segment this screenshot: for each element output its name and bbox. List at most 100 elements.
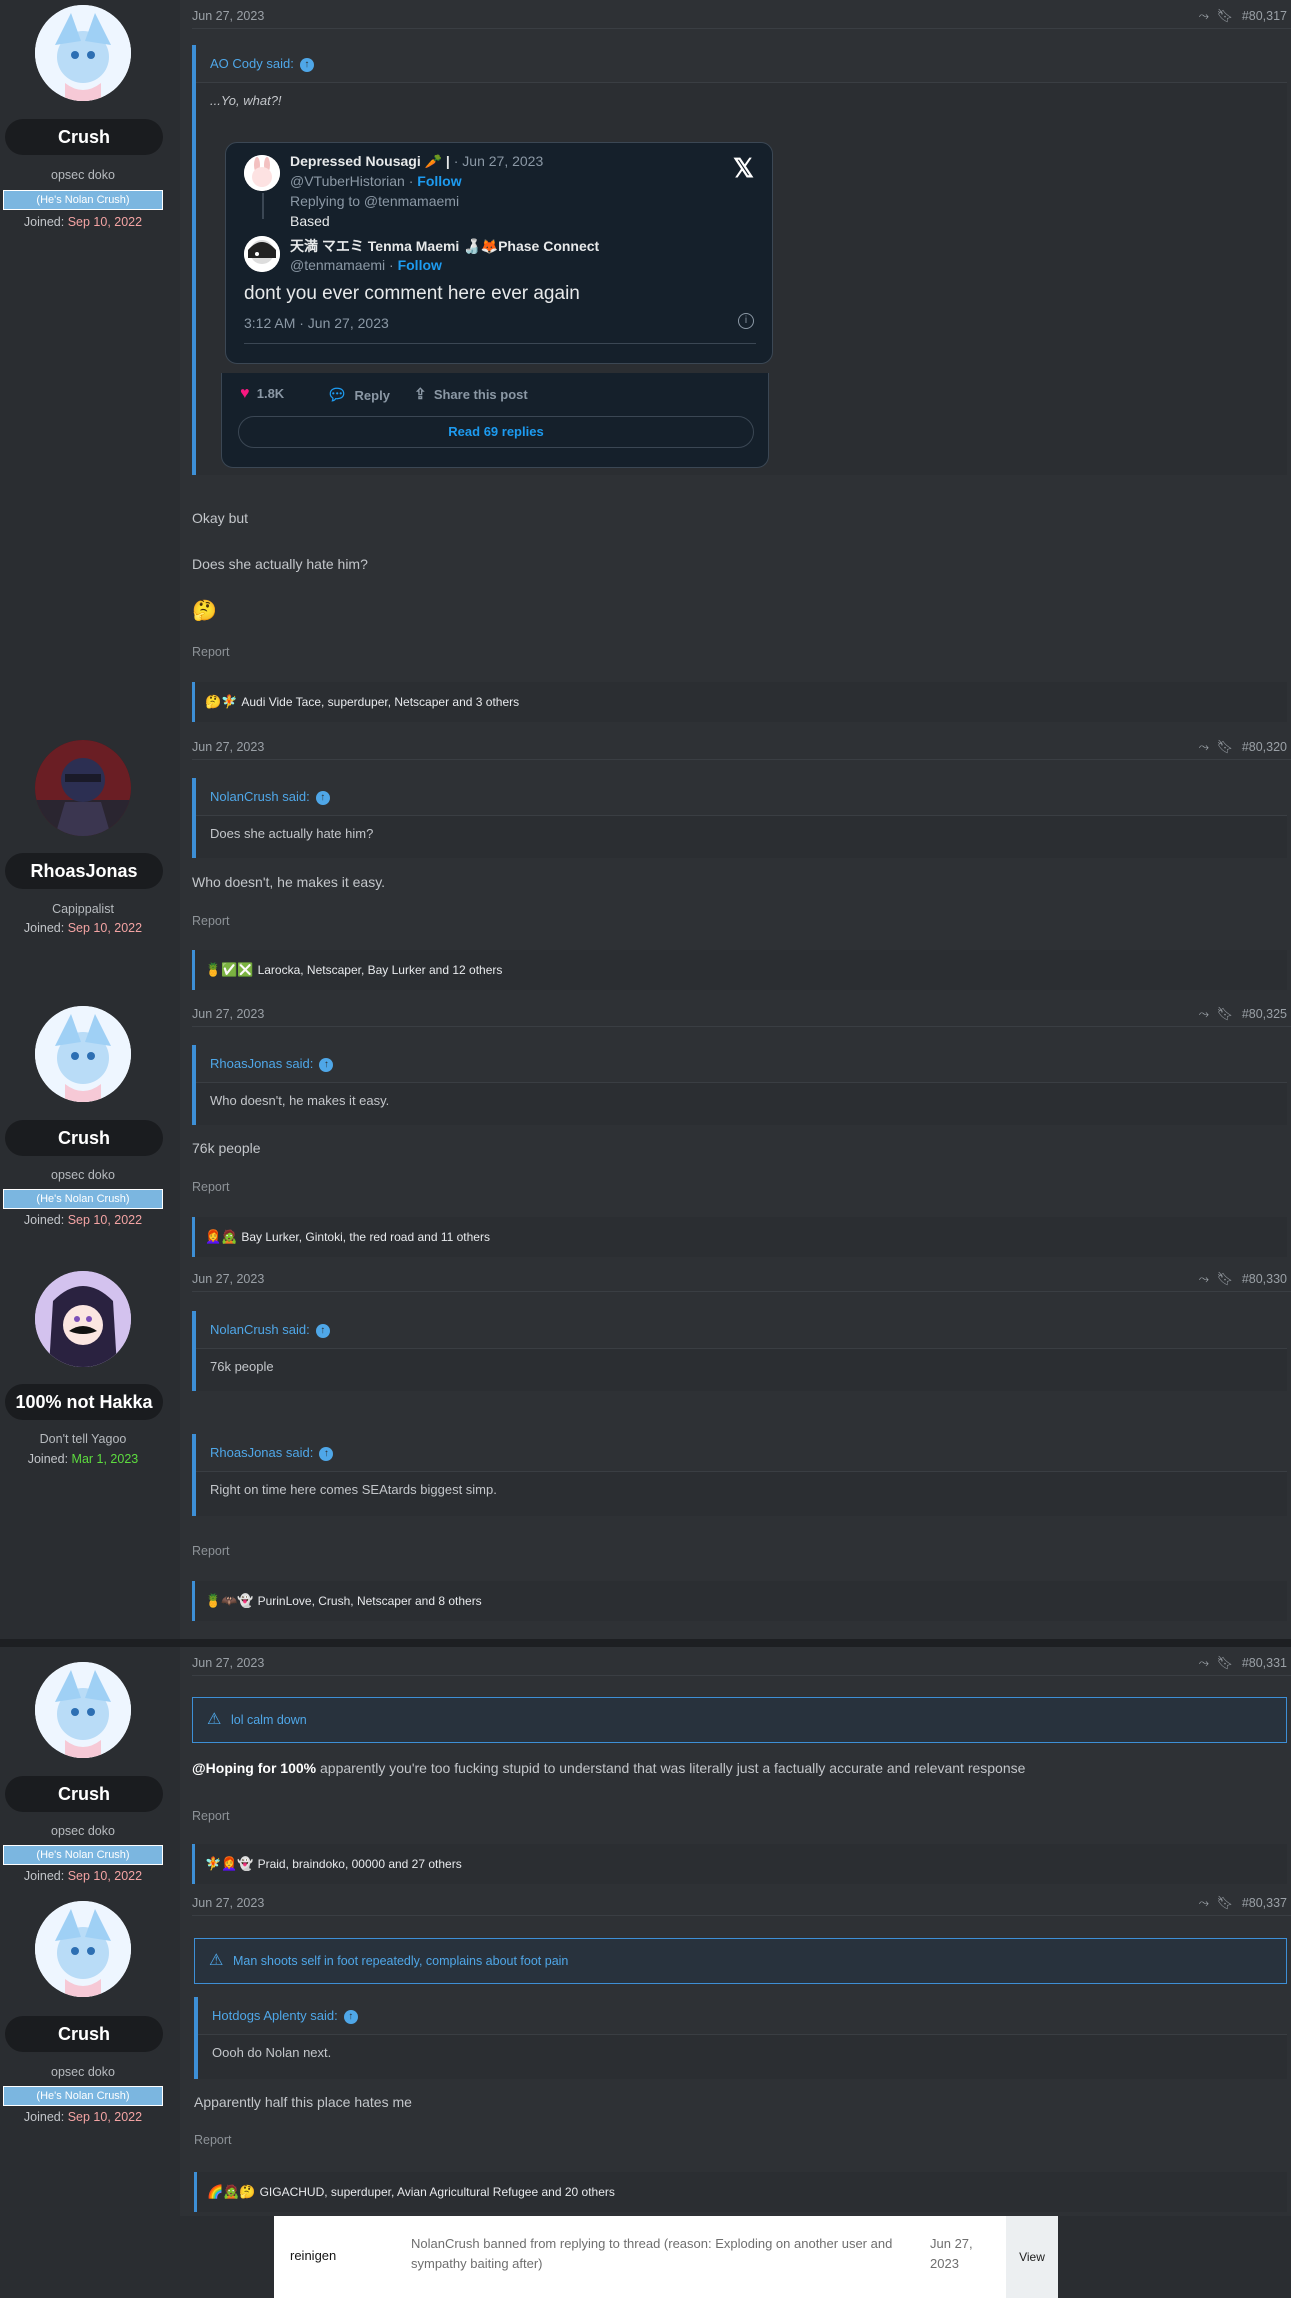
reply-button[interactable]: 💬︎ Reply (327, 385, 390, 405)
mention[interactable]: @Hoping for 100% (192, 1760, 316, 1776)
share-icon[interactable]: ⤳ (1199, 1895, 1209, 1911)
avatar[interactable] (35, 1901, 131, 1997)
post-number[interactable]: #80,320 (1242, 740, 1287, 754)
reaction-icons: 🍍✅❎ (205, 962, 254, 977)
user-banner: (He's Nolan Crush) (3, 1189, 163, 1209)
follow-link[interactable]: Follow (417, 173, 461, 189)
share-icon[interactable]: ⤳ (1199, 739, 1209, 755)
quote-text: Who doesn't, he makes it easy. (210, 1093, 390, 1108)
post-number[interactable]: #80,317 (1242, 9, 1287, 23)
tweet-time[interactable]: 3:12 AM · Jun 27, 2023 (244, 315, 389, 331)
reactions-bar[interactable]: 🤔🧚 Audi Vide Tace, superduper, Netscaper … (192, 682, 1287, 722)
arrow-up-icon[interactable]: ↑ (299, 57, 314, 72)
post-date[interactable]: Jun 27, 2023 (192, 1007, 264, 1021)
tweet-author[interactable]: Depressed Nousagi 🥕 | · Jun 27, 2023 (290, 153, 543, 170)
share-icon[interactable]: ⤳ (1199, 1271, 1209, 1287)
tweet-avatar[interactable] (244, 236, 280, 272)
notification-date: Jun 27, 2023 (930, 2236, 973, 2271)
view-button[interactable]: View (1006, 2216, 1058, 2298)
avatar[interactable] (35, 740, 131, 836)
post-date[interactable]: Jun 27, 2023 (192, 1896, 264, 1910)
notification-user[interactable]: reinigen (290, 2248, 336, 2263)
report-link[interactable]: Report (192, 645, 230, 659)
quote-block: NolanCrush said: ↑ 76k people (192, 1311, 1287, 1391)
quote-author[interactable]: RhoasJonas said: ↑ (196, 1045, 1287, 1083)
quote-author[interactable]: RhoasJonas said: ↑ (196, 1434, 1287, 1472)
username[interactable]: Crush (5, 2016, 163, 2052)
post-date[interactable]: Jun 27, 2023 (192, 9, 264, 23)
arrow-up-icon[interactable]: ↑ (319, 1057, 334, 1072)
username[interactable]: RhoasJonas (5, 853, 163, 889)
arrow-up-icon[interactable]: ↑ (315, 1323, 330, 1338)
username[interactable]: Crush (5, 1120, 163, 1156)
report-link[interactable]: Report (192, 1809, 230, 1823)
reactions-bar[interactable]: 🌈🧟🤔 GIGACHUD, superduper, Avian Agricultu… (194, 2172, 1287, 2212)
username[interactable]: Crush (5, 119, 163, 155)
reactions-bar[interactable]: 👩‍🦰🧟 Bay Lurker, Gintoki, the red road an… (192, 1217, 1287, 1257)
post-date[interactable]: Jun 27, 2023 (192, 1272, 264, 1286)
tweet-replying: Replying to @tenmamaemi (290, 193, 460, 209)
reactions-bar[interactable]: 🧚👩‍🦰👻 Praid, braindoko, 00000 and 27 othe… (192, 1844, 1287, 1884)
bookmark-icon[interactable]: 🔖︎ (1216, 1895, 1233, 1911)
avatar[interactable] (35, 1271, 131, 1367)
report-link[interactable]: Report (194, 2133, 232, 2147)
tweet-author[interactable]: 天満 マエミ Tenma Maemi 🍶🦊Phase Connect (290, 236, 599, 256)
arrow-up-icon[interactable]: ↑ (319, 1446, 334, 1461)
tweet-reply-text: Based (290, 213, 330, 229)
avatar[interactable] (35, 1662, 131, 1758)
report-link[interactable]: Report (192, 1180, 230, 1194)
quote-author[interactable]: NolanCrush said: ↑ (196, 1311, 1287, 1349)
post: 100% not Hakka Don't tell Yagoo Joined: … (0, 1266, 1291, 1639)
tweet-handle: @tenmamaemi · Follow (290, 257, 442, 273)
post-date[interactable]: Jun 27, 2023 (192, 1656, 264, 1670)
info-icon[interactable]: i (738, 313, 754, 329)
bookmark-icon[interactable]: 🔖︎ (1216, 1655, 1233, 1671)
reactions-bar[interactable]: 🍍✅❎ Larocka, Netscaper, Bay Lurker and 12… (192, 950, 1287, 990)
quote-block: RhoasJonas said: ↑ Right on time here com… (192, 1434, 1287, 1516)
reactions-bar[interactable]: 🍍🦇👻 PurinLove, Crush, Netscaper and 8 oth… (192, 1581, 1287, 1621)
report-link[interactable]: Report (192, 914, 230, 928)
post-header: Jun 27, 2023 ⤳ 🔖︎ #80,317 (192, 3, 1291, 29)
embedded-tweet[interactable]: Depressed Nousagi 🥕 | · Jun 27, 2023 @VT… (225, 142, 773, 364)
arrow-up-icon[interactable]: ↑ (315, 790, 330, 805)
like-button[interactable]: ♥ 1.8K (240, 385, 284, 403)
read-replies-button[interactable]: Read 69 replies (238, 416, 754, 448)
reaction-icons: 🧚👩‍🦰👻 (205, 1856, 254, 1871)
x-logo-icon[interactable]: 𝕏 (733, 153, 754, 184)
report-link[interactable]: Report (192, 1544, 230, 1558)
post: Crush opsec doko (He's Nolan Crush) Join… (0, 0, 1291, 732)
share-post-button[interactable]: ⇪ Share this post (414, 385, 528, 403)
quote-author[interactable]: AO Cody said: ↑ (196, 45, 1287, 83)
share-icon[interactable]: ⤳ (1199, 8, 1209, 24)
username[interactable]: 100% not Hakka (5, 1384, 163, 1420)
post-number[interactable]: #80,325 (1242, 1007, 1287, 1021)
post-date[interactable]: Jun 27, 2023 (192, 740, 264, 754)
bookmark-icon[interactable]: 🔖︎ (1216, 739, 1233, 755)
bookmark-icon[interactable]: 🔖︎ (1216, 1006, 1233, 1022)
post-header: Jun 27, 2023 ⤳ 🔖︎ #80,330 (192, 1266, 1291, 1292)
user-banner: (He's Nolan Crush) (3, 2086, 163, 2106)
joined-date: Joined: Sep 10, 2022 (23, 2110, 143, 2124)
user-title: Don't tell Yagoo (39, 1432, 127, 1446)
comment-icon: 💬︎ (327, 387, 348, 404)
post-number[interactable]: #80,330 (1242, 1272, 1287, 1286)
post-text: 76k people (192, 1140, 261, 1156)
post-number[interactable]: #80,337 (1242, 1896, 1287, 1910)
post-header: Jun 27, 2023 ⤳ 🔖︎ #80,320 (192, 734, 1291, 760)
avatar[interactable] (35, 5, 131, 101)
tweet-avatar[interactable] (244, 155, 280, 191)
quote-author[interactable]: NolanCrush said: ↑ (196, 778, 1287, 816)
share-icon[interactable]: ⤳ (1199, 1006, 1209, 1022)
quote-block: Hotdogs Aplenty said: ↑ Oooh do Nolan nex… (194, 1997, 1287, 2079)
avatar[interactable] (35, 1006, 131, 1102)
bookmark-icon[interactable]: 🔖︎ (1216, 8, 1233, 24)
notification-bar: reinigen NolanCrush banned from replying… (274, 2216, 1058, 2298)
quote-author[interactable]: Hotdogs Aplenty said: ↑ (198, 1997, 1287, 2035)
user-banner: (He's Nolan Crush) (3, 190, 163, 210)
post-number[interactable]: #80,331 (1242, 1656, 1287, 1670)
arrow-up-icon[interactable]: ↑ (343, 2009, 358, 2024)
username[interactable]: Crush (5, 1776, 163, 1812)
bookmark-icon[interactable]: 🔖︎ (1216, 1271, 1233, 1287)
share-icon[interactable]: ⤳ (1199, 1655, 1209, 1671)
follow-link[interactable]: Follow (398, 257, 442, 273)
